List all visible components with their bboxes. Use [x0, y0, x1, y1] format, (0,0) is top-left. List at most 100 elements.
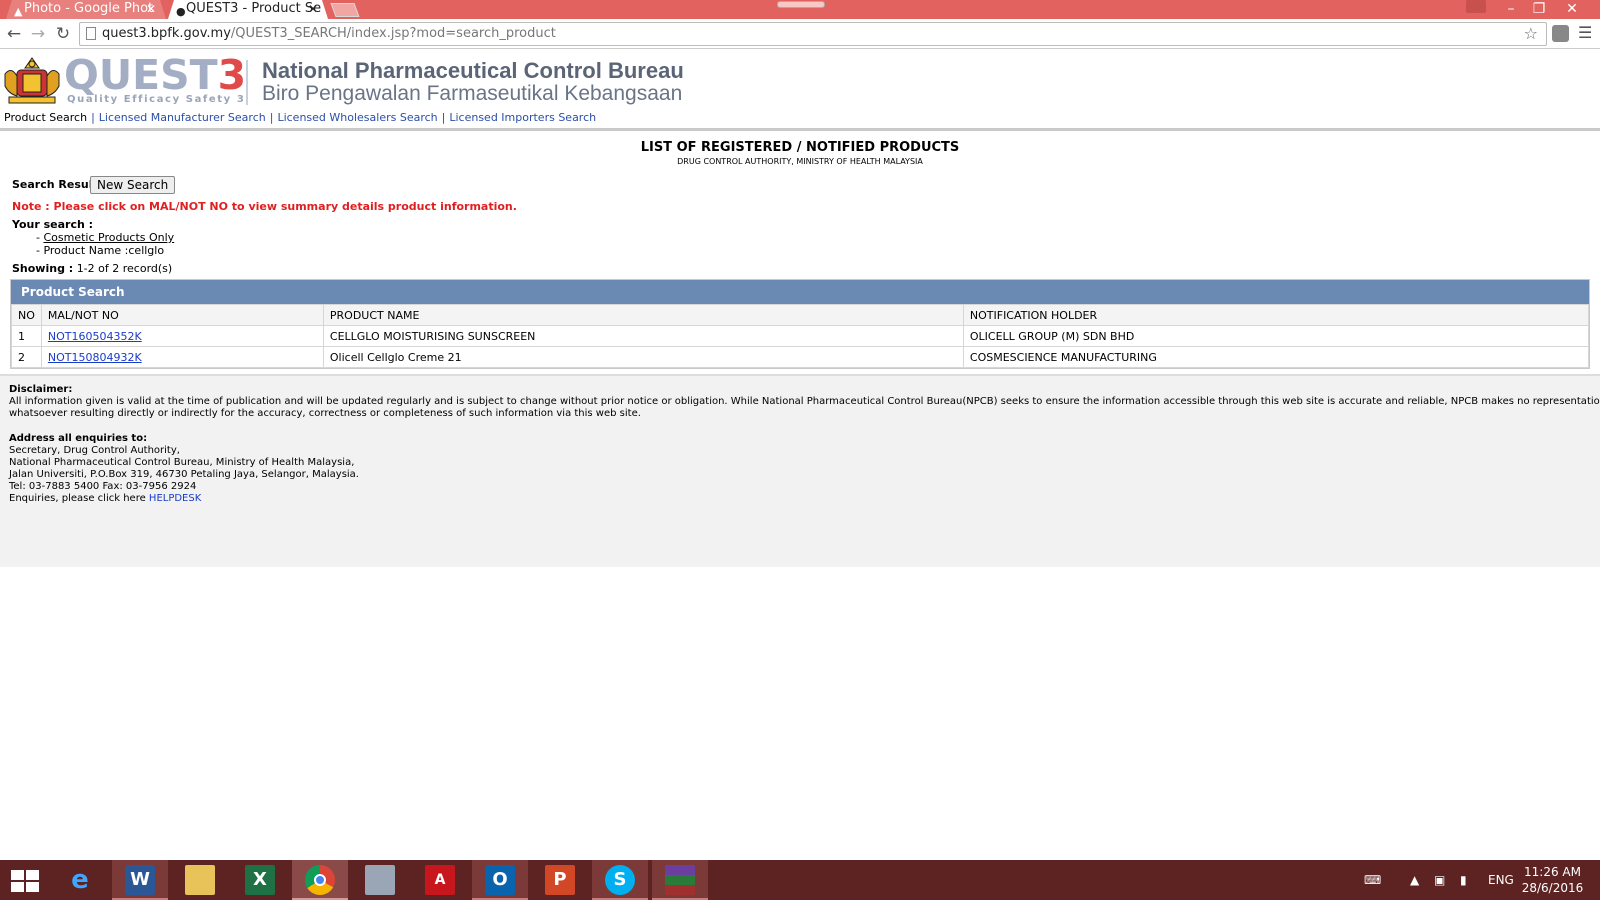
- mal-not-number-link[interactable]: NOT150804932K: [48, 351, 142, 364]
- web-page: QUEST3 Quality Efficacy Safety 3 Nationa…: [0, 50, 1600, 860]
- enquiries-text: Enquiries, please click here: [9, 493, 146, 504]
- address-line: Secretary, Drug Control Authority,: [9, 445, 180, 456]
- minimize-icon[interactable]: –: [1497, 0, 1525, 19]
- address-bar[interactable]: quest3.bpfk.gov.my/QUEST3_SEARCH/index.j…: [79, 22, 1547, 46]
- instruction-note: Note : Please click on MAL/NOT NO to vie…: [12, 200, 517, 213]
- close-icon[interactable]: ✕: [1558, 0, 1586, 19]
- chrome-icon: [305, 865, 335, 895]
- product-name: CELLGLO MOISTURISING SUNSCREEN: [322, 325, 964, 347]
- nav-wholesalers-search[interactable]: Licensed Wholesalers Search: [277, 111, 437, 124]
- helpdesk-link[interactable]: HELPDESK: [149, 493, 201, 504]
- org-name-malay: Biro Pengawalan Farmaseutikal Kebangsaan: [262, 82, 683, 105]
- contact-line: Tel: 03-7883 5400 Fax: 03-7956 2924: [9, 481, 197, 492]
- keyboard-icon[interactable]: ⌨: [1364, 860, 1381, 900]
- language-indicator[interactable]: ENG: [1488, 860, 1514, 900]
- action-center-icon[interactable]: ▣: [1434, 860, 1445, 900]
- table-header-row: NO MAL/NOT NO PRODUCT NAME NOTIFICATION …: [11, 304, 1590, 326]
- window-drag-handle[interactable]: [777, 1, 825, 8]
- winrar-icon: [665, 865, 695, 895]
- search-criteria-product-name: - Product Name :cellglo: [36, 244, 165, 257]
- column-header-no: NO: [11, 304, 42, 326]
- results-table: NO MAL/NOT NO PRODUCT NAME NOTIFICATION …: [11, 304, 1590, 368]
- disclaimer-text-line-2: whatsoever resulting directly or indirec…: [9, 408, 641, 419]
- taskbar-skype[interactable]: S: [592, 860, 648, 900]
- nav-manufacturer-search[interactable]: Licensed Manufacturer Search: [99, 111, 266, 124]
- taskbar-acrobat[interactable]: A: [412, 860, 468, 900]
- address-label: Address all enquiries to:: [9, 433, 148, 444]
- coat-of-arms-logo: [4, 57, 60, 104]
- mal-not-number-cell: NOT160504352K: [40, 325, 324, 347]
- page-subtitle: DRUG CONTROL AUTHORITY, MINISTRY OF HEAL…: [677, 157, 923, 166]
- menu-icon[interactable]: ☰: [1578, 23, 1592, 42]
- skype-icon: S: [605, 865, 635, 895]
- calculator-icon: [365, 865, 395, 895]
- disclaimer-text-line-1: All information given is valid at the ti…: [9, 396, 1600, 407]
- taskbar-word[interactable]: W: [112, 860, 168, 900]
- mal-not-number-link[interactable]: NOT160504352K: [48, 330, 142, 343]
- taskbar-file-explorer[interactable]: [172, 860, 228, 900]
- disclaimer-label: Disclaimer:: [9, 384, 73, 395]
- system-clock[interactable]: 11:26 AM 28/6/2016: [1515, 864, 1590, 896]
- folder-icon: [185, 865, 215, 895]
- url-path: /QUEST3_SEARCH/index.jsp?mod=search_prod…: [230, 26, 556, 41]
- top-navigation: Product Search | Licensed Manufacturer Sea…: [4, 111, 596, 125]
- tab-photos[interactable]: ▲ Photo - Google Phot ✕: [6, 0, 166, 19]
- nav-product-search[interactable]: Product Search: [4, 111, 87, 124]
- power-icon[interactable]: ▮: [1460, 860, 1467, 900]
- header-divider: [246, 60, 248, 105]
- taskbar-outlook[interactable]: O: [472, 860, 528, 900]
- table-row: 2 NOT150804932K Olicell Cellglo Creme 21…: [11, 346, 1590, 368]
- taskbar-calculator[interactable]: [352, 860, 408, 900]
- new-tab-button[interactable]: [330, 3, 360, 17]
- restore-icon[interactable]: ❐: [1525, 0, 1553, 19]
- browser-toolbar: ← → ↻ quest3.bpfk.gov.my/QUEST3_SEARCH/i…: [0, 19, 1600, 49]
- new-search-button[interactable]: New Search: [90, 176, 176, 194]
- clock-date: 28/6/2016: [1521, 881, 1584, 895]
- reload-icon[interactable]: ↻: [52, 23, 74, 45]
- enquiries-line: Enquiries, please click here HELPDESK: [9, 493, 201, 506]
- taskbar-excel[interactable]: X: [232, 860, 288, 900]
- address-line: National Pharmaceutical Control Bureau, …: [9, 457, 355, 468]
- nav-importers-search[interactable]: Licensed Importers Search: [449, 111, 596, 124]
- taskbar-chrome[interactable]: [292, 860, 348, 900]
- column-header-mal-not-no: MAL/NOT NO: [40, 304, 324, 326]
- url-text[interactable]: quest3.bpfk.gov.my/QUEST3_SEARCH/index.j…: [102, 25, 556, 43]
- header-rule: [0, 128, 1600, 131]
- tab-close-icon[interactable]: ✕: [146, 0, 156, 18]
- row-number: 1: [11, 325, 42, 347]
- forward-icon[interactable]: →: [27, 23, 49, 45]
- results-count-value: 1-2 of 2 record(s): [76, 262, 173, 275]
- page-title: LIST OF REGISTERED / NOTIFIED PRODUCTS: [640, 140, 960, 155]
- url-domain: quest3.bpfk.gov.my: [102, 26, 231, 41]
- tab-label: QUEST3 - Product Se: [186, 1, 322, 16]
- mal-not-number-cell: NOT150804932K: [40, 346, 324, 368]
- quest3-logo: QUEST3: [64, 51, 247, 99]
- taskbar-powerpoint[interactable]: P: [532, 860, 588, 900]
- site-footer: Disclaimer: All information given is val…: [0, 374, 1600, 567]
- tab-label: Photo - Google Phot: [24, 1, 154, 16]
- search-result-label: Search Result: [12, 178, 98, 191]
- back-icon[interactable]: ←: [3, 23, 25, 45]
- results-count: Showing : 1-2 of 2 record(s): [12, 262, 172, 275]
- column-header-notification-holder: NOTIFICATION HOLDER: [962, 304, 1590, 326]
- address-line: Jalan Universiti, P.O.Box 319, 46730 Pet…: [9, 469, 359, 480]
- page-icon: [86, 27, 96, 40]
- show-hidden-icons-icon[interactable]: ▲: [1410, 860, 1419, 900]
- tab-quest3[interactable]: ● QUEST3 - Product Se ✕: [168, 0, 328, 19]
- taskbar-internet-explorer[interactable]: e: [52, 860, 108, 900]
- notification-holder: COSMESCIENCE MANUFACTURING: [962, 346, 1590, 368]
- nav-separator: |: [91, 111, 95, 124]
- extension-icon[interactable]: [1552, 25, 1569, 42]
- taskbar-winrar[interactable]: [652, 860, 708, 900]
- bookmark-star-icon[interactable]: ☆: [1524, 24, 1538, 43]
- windows-start-icon[interactable]: [11, 870, 39, 892]
- excel-icon: X: [245, 865, 275, 895]
- outlook-icon: O: [485, 865, 515, 895]
- tab-close-icon[interactable]: ✕: [308, 0, 318, 18]
- nav-separator: |: [441, 111, 446, 124]
- clock-time: 11:26 AM: [1524, 865, 1581, 879]
- profile-icon[interactable]: [1466, 0, 1486, 13]
- browser-titlebar: ▲ Photo - Google Phot ✕ ● QUEST3 - Produ…: [0, 0, 1600, 19]
- search-criteria-category: - Cosmetic Products Only: [36, 231, 175, 244]
- site-header: QUEST3 Quality Efficacy Safety 3 Nationa…: [0, 50, 1600, 129]
